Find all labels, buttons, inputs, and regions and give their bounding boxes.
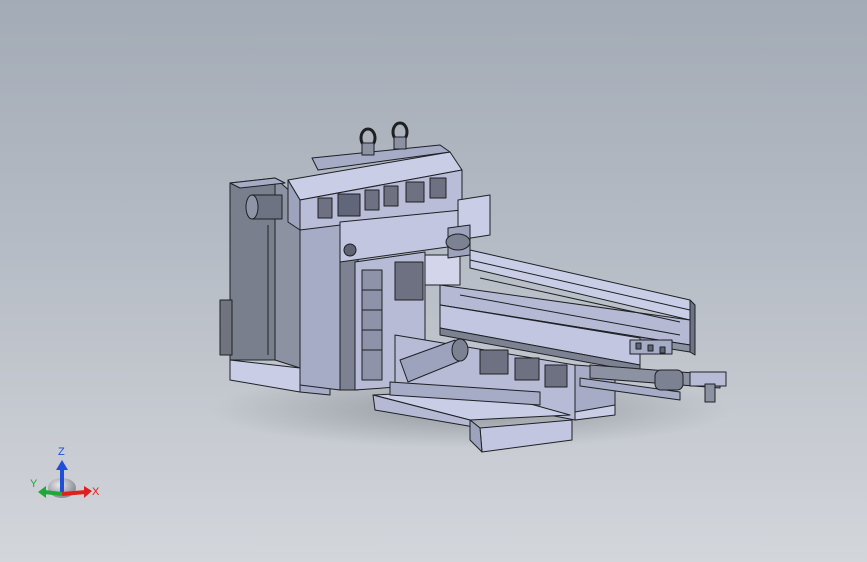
z-axis-label: Z [58, 446, 65, 458]
x-axis-line [61, 490, 87, 496]
y-axis-arrow [38, 486, 46, 498]
axis-triad[interactable]: Z X Y [28, 440, 108, 510]
y-axis-label: Y [30, 478, 38, 490]
machine-tool-model[interactable] [0, 0, 867, 562]
y-axis-line [43, 490, 63, 496]
z-axis-arrow [56, 460, 68, 470]
x-axis-arrow [84, 486, 92, 498]
cad-viewport[interactable]: Z X Y [0, 0, 867, 562]
x-axis-label: X [92, 486, 100, 498]
spindle-motor [245, 194, 283, 220]
